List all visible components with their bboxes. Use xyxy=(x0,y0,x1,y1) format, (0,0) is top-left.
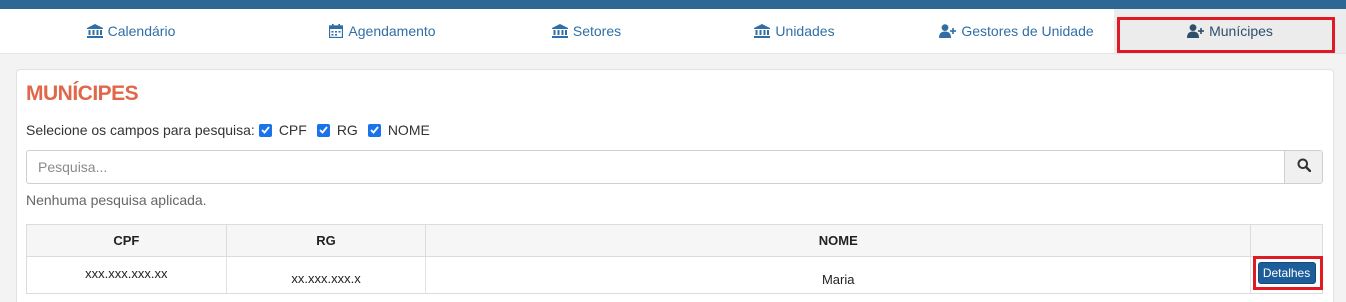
search-input[interactable] xyxy=(27,151,1284,183)
tab-agendamento[interactable]: Agendamento xyxy=(262,9,503,53)
rg-value: xx.xxx.xxx.x xyxy=(291,271,361,286)
cell-cpf: xxx.xxx.xxx.xx xyxy=(27,257,227,293)
checkbox-cpf[interactable] xyxy=(258,123,272,137)
table-row: xxx.xxx.xxx.xx xx.xxx.xxx.x Maria Detalh… xyxy=(27,257,1322,293)
nav-tabs: Calendário Agendamento Setores Unidades … xyxy=(0,9,1346,54)
details-button[interactable]: Detalhes xyxy=(1257,262,1316,284)
filter-option-cpf[interactable]: CPF xyxy=(258,122,307,138)
cell-rg: xx.xxx.xxx.x xyxy=(227,257,427,293)
column-header-nome: NOME xyxy=(426,225,1252,256)
tab-setores[interactable]: Setores xyxy=(503,9,670,53)
tab-gestores-de-unidade[interactable]: Gestores de Unidade xyxy=(919,9,1114,53)
institution-icon xyxy=(551,24,568,38)
nome-value: Maria xyxy=(821,272,855,287)
checkbox-nome[interactable] xyxy=(367,123,381,137)
search-button[interactable] xyxy=(1284,151,1322,183)
filter-label: Selecione os campos para pesquisa: xyxy=(26,122,255,138)
cell-actions: Detalhes xyxy=(1251,257,1322,293)
search-status-text: Nenhuma pesquisa aplicada. xyxy=(26,192,207,208)
tab-unidades[interactable]: Unidades xyxy=(670,9,919,53)
cpf-value: xxx.xxx.xxx.xx xyxy=(85,266,168,281)
tab-calendario[interactable]: Calendário xyxy=(0,9,262,53)
column-header-rg: RG xyxy=(227,225,427,256)
tab-label: Unidades xyxy=(775,23,835,39)
filter-option-rg[interactable]: RG xyxy=(316,122,358,138)
tab-label: Gestores de Unidade xyxy=(961,23,1094,39)
tab-label: Setores xyxy=(572,23,622,39)
tab-label: Calendário xyxy=(107,23,176,39)
top-header-bar xyxy=(0,0,1346,9)
page-title: MUNÍCIPES xyxy=(26,82,139,105)
column-header-cpf: CPF xyxy=(27,225,227,256)
filter-option-label: CPF xyxy=(278,122,307,138)
filter-option-nome[interactable]: NOME xyxy=(367,122,430,138)
filter-option-label: RG xyxy=(336,122,358,138)
user-plus-icon xyxy=(1187,24,1205,38)
municipes-table: CPF RG NOME xxx.xxx.xxx.xx xx.xxx.xxx.x … xyxy=(26,224,1323,294)
table-header: CPF RG NOME xyxy=(27,225,1322,257)
user-plus-icon xyxy=(939,24,957,38)
checkbox-rg[interactable] xyxy=(316,123,330,137)
search-box xyxy=(26,150,1323,184)
calendar-icon xyxy=(329,24,344,38)
filter-option-label: NOME xyxy=(387,122,430,138)
tab-municipes[interactable]: Munícipes xyxy=(1114,9,1346,53)
search-icon xyxy=(1297,158,1311,177)
institution-icon xyxy=(86,24,103,38)
column-header-actions xyxy=(1251,225,1322,256)
institution-icon xyxy=(754,24,771,38)
search-fields-filter: Selecione os campos para pesquisa: CPF R… xyxy=(26,121,440,139)
tab-label: Agendamento xyxy=(348,23,436,39)
tab-label: Munícipes xyxy=(1209,23,1273,39)
cell-nome: Maria xyxy=(426,257,1252,293)
